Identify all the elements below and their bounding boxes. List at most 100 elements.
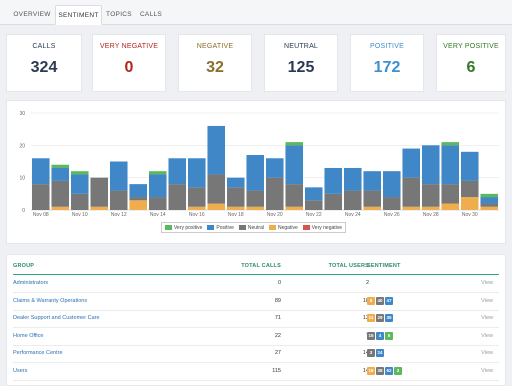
stat-value: 32	[206, 59, 224, 76]
bar-segment-positive	[285, 145, 304, 185]
view-link[interactable]: View	[481, 315, 493, 321]
sentiment-badge-positive: 47	[385, 296, 393, 305]
view-link[interactable]: View	[481, 280, 493, 286]
total-calls-value: 89	[274, 297, 281, 304]
sentiment-badge-neutral: 3	[367, 349, 375, 358]
legend-label: Positive	[216, 224, 234, 231]
stat-card-calls: CALLS 324	[6, 34, 82, 92]
bar-segment-positive	[226, 177, 245, 188]
view-link[interactable]: View	[481, 333, 493, 339]
stat-value: 0	[124, 59, 134, 76]
bar-segment-positive	[168, 158, 187, 185]
bar-segment-positive	[363, 171, 382, 191]
sentiment-badge-positive: 62	[385, 367, 393, 375]
legend-item-very-positive[interactable]: Very positive	[165, 225, 202, 231]
tab-calls[interactable]: CALLS	[137, 5, 165, 25]
bar-segment-neutral	[207, 174, 226, 204]
table-row: Home Office2271545View	[13, 328, 499, 346]
table-row: Users 115 14 15 38 62 3 View	[13, 363, 499, 381]
bar-segment-negative	[460, 197, 479, 210]
bar-segment-positive	[51, 167, 70, 181]
bar-segment-neutral	[129, 197, 148, 201]
bar-segment-positive	[382, 171, 401, 198]
stat-label: CALLS	[32, 43, 56, 50]
sentiment-badge-neutral: 15	[367, 331, 375, 340]
chart-legend: Very positive Positive Neutral Negative …	[161, 222, 347, 233]
table-row: Dealer Support and Customer Care 71 13 11 29…	[13, 310, 499, 329]
bar-segment-neutral	[148, 197, 167, 210]
stat-card-very-positive: VERY POSITIVE 6	[436, 34, 506, 92]
tab-bar: OVERVIEW SENTIMENT TOPICS CALLS	[0, 0, 512, 25]
legend-swatch	[207, 225, 215, 230]
bar-segment-positive	[31, 158, 50, 185]
legend-item-very-negative[interactable]: Very negative	[302, 225, 342, 231]
bar-segment-negative	[207, 203, 226, 210]
table-row: Claims & Warranty Operations 89 18 6 40 47 Vie…	[13, 293, 499, 311]
groups-table: GROUP TOTAL CALLS TOTAL USERS SENTIMENT …	[6, 254, 506, 386]
legend-item-positive[interactable]: Positive	[207, 225, 234, 231]
bar-segment-neutral	[363, 190, 382, 207]
x-tick-label: Nov 24	[345, 212, 361, 218]
bar-segment-positive	[246, 155, 265, 191]
bar-segment-very-positive	[51, 164, 70, 168]
bar-segment-positive	[109, 161, 128, 191]
group-link[interactable]: Performance Centre	[13, 350, 63, 356]
sentiment-badge-very-positive: 3	[394, 367, 402, 375]
sentiment-badge-negative: 15	[367, 367, 375, 375]
col-header-total-calls[interactable]: TOTAL CALLS	[241, 263, 281, 269]
stat-value: 6	[466, 59, 476, 76]
stat-label: VERY POSITIVE	[443, 43, 499, 50]
group-link[interactable]: Dealer Support and Customer Care	[13, 315, 100, 321]
bar-segment-very-positive	[70, 171, 89, 175]
tab-topics[interactable]: TOPICS	[104, 5, 134, 25]
total-calls-value: 27	[274, 350, 281, 357]
bar-segment-negative	[226, 206, 245, 210]
bar-segment-positive	[421, 145, 440, 185]
sentiment-badge-positive: 4	[376, 331, 384, 340]
bar-segment-neutral	[480, 203, 499, 207]
bar-segment-very-positive	[441, 142, 460, 146]
table-row: Performance Centre 27 14 3 24 View	[13, 345, 499, 364]
legend-item-negative[interactable]: Negative	[269, 225, 298, 231]
tab-overview[interactable]: OVERVIEW	[12, 5, 52, 25]
col-header-total-users[interactable]: TOTAL USERS	[329, 263, 369, 269]
bar-segment-neutral	[70, 193, 89, 210]
stat-label: NEGATIVE	[196, 43, 234, 50]
bar-segment-very-positive	[480, 193, 499, 198]
bar-segment-neutral	[187, 187, 206, 207]
x-tick-label: Nov 14	[150, 212, 166, 218]
legend-item-neutral[interactable]: Neutral	[238, 224, 264, 231]
y-tick-label: 30	[19, 111, 25, 117]
sentiment-badge-neutral: 38	[376, 367, 384, 375]
bar-segment-neutral	[304, 200, 323, 210]
total-calls-value: 71	[274, 315, 281, 322]
bar-segment-positive	[441, 145, 460, 185]
bar-segment-positive	[129, 184, 148, 198]
group-link[interactable]: Administrators	[13, 280, 48, 286]
x-tick-label: Nov 08	[33, 212, 49, 218]
view-link[interactable]: View	[481, 298, 493, 304]
bar-segment-negative	[285, 206, 304, 210]
bar-segment-neutral	[441, 184, 460, 204]
legend-label: Neutral	[247, 224, 264, 231]
stat-value: 172	[373, 59, 401, 76]
bar-segment-negative	[402, 206, 421, 210]
y-tick-label: 0	[22, 208, 25, 214]
bar-segment-very-positive	[148, 171, 167, 175]
bar-segment-negative	[441, 203, 460, 210]
x-tick-label: Nov 26	[384, 212, 400, 218]
sentiment-badge-positive: 35	[385, 314, 393, 323]
bar-segment-neutral	[109, 190, 128, 210]
stat-label: NEUTRAL	[283, 43, 319, 50]
tab-sentiment[interactable]: SENTIMENT	[55, 5, 102, 25]
bar-segment-negative	[187, 206, 206, 210]
bar-segment-neutral	[285, 184, 304, 207]
view-link[interactable]: View	[481, 350, 493, 356]
group-link[interactable]: Claims & Warranty Operations	[13, 298, 87, 304]
table-row: Administrators 0 2 View	[13, 275, 499, 293]
group-link[interactable]: Users	[13, 368, 27, 374]
col-header-group[interactable]: GROUP	[13, 263, 34, 269]
group-link[interactable]: Home Office	[13, 333, 43, 339]
stat-label: POSITIVE	[370, 43, 404, 50]
view-link[interactable]: View	[481, 368, 493, 374]
